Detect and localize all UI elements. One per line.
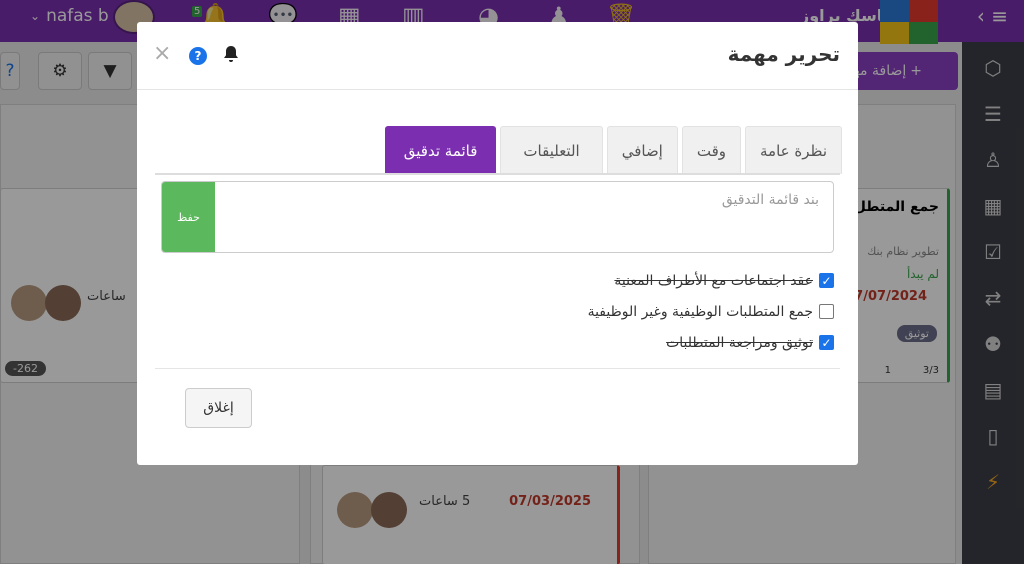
- close-icon[interactable]: ×: [153, 41, 171, 66]
- tab-extra[interactable]: إضافي: [606, 126, 678, 174]
- checklist: ✓ عقد اجتماعات مع الأطراف المعنية جمع ال…: [588, 269, 834, 362]
- checklist-item[interactable]: جمع المتطلبات الوظيفية وغير الوظيفية: [588, 300, 834, 323]
- tab-overview[interactable]: نظرة عامة: [745, 126, 842, 174]
- edit-task-modal: تحرير مهمة × ? نظرة عامة وقت إضافي التعل…: [137, 22, 858, 465]
- checklist-item-label: عقد اجتماعات مع الأطراف المعنية: [614, 272, 813, 289]
- tab-time[interactable]: وقت: [681, 126, 742, 174]
- close-button[interactable]: إغلاق: [185, 388, 252, 428]
- bell-icon[interactable]: [223, 45, 239, 68]
- modal-tabs: نظرة عامة وقت إضافي التعليقات قائمة تدقي…: [384, 126, 842, 174]
- checklist-item-input[interactable]: [215, 182, 833, 252]
- checkbox[interactable]: ✓: [819, 273, 834, 288]
- checklist-item[interactable]: ✓ عقد اجتماعات مع الأطراف المعنية: [588, 269, 834, 292]
- checklist-item[interactable]: ✓ توثيق ومراجعة المتطلبات: [588, 331, 834, 354]
- checklist-item-label: جمع المتطلبات الوظيفية وغير الوظيفية: [587, 303, 813, 320]
- save-button[interactable]: حفظ: [162, 182, 215, 252]
- modal-title: تحرير مهمة: [727, 42, 840, 66]
- checkbox[interactable]: ✓: [819, 335, 834, 350]
- tab-divider: [155, 173, 840, 175]
- modal-header: تحرير مهمة × ?: [137, 22, 858, 90]
- tab-checklist[interactable]: قائمة تدقيق: [384, 126, 497, 174]
- tab-comments[interactable]: التعليقات: [500, 126, 603, 174]
- footer-divider: [155, 368, 840, 369]
- checkbox[interactable]: [819, 304, 834, 319]
- help-icon[interactable]: ?: [189, 47, 207, 65]
- checklist-item-label: توثيق ومراجعة المتطلبات: [666, 334, 813, 351]
- checklist-item-form: حفظ: [161, 181, 834, 253]
